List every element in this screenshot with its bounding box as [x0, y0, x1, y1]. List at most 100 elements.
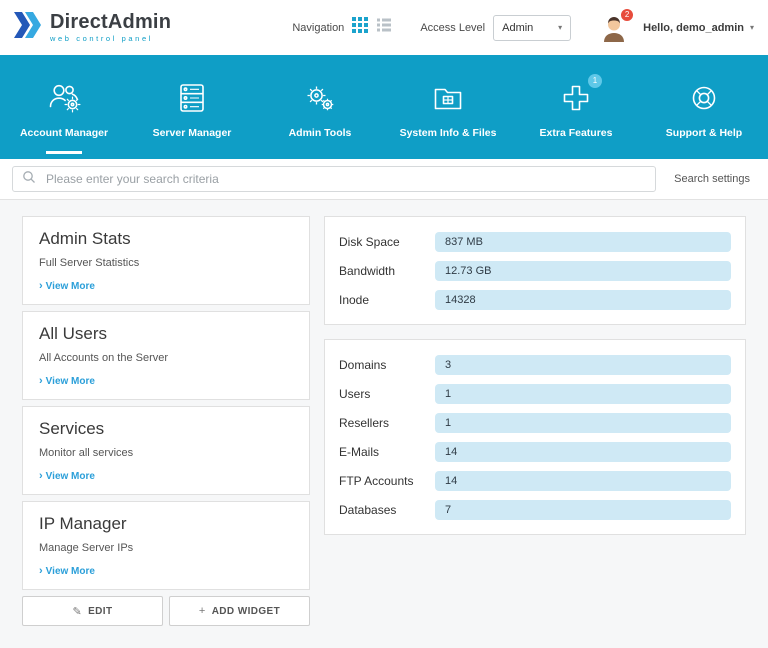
stat-row-ftp-accounts: FTP Accounts 14: [339, 466, 731, 495]
view-more-link[interactable]: › View More: [39, 280, 293, 293]
grid-view-icon[interactable]: [352, 17, 369, 38]
main-navigation: Account Manager Server Manager Admin Too…: [0, 55, 768, 159]
stat-value: 1: [435, 383, 731, 404]
search-icon: [22, 170, 36, 189]
edit-button-label: EDIT: [88, 605, 113, 617]
stat-label: Domains: [339, 357, 387, 372]
chevron-right-icon: ›: [39, 375, 43, 387]
stat-value: 3: [435, 354, 731, 375]
user-menu[interactable]: Hello, demo_admin ▾: [643, 22, 754, 34]
nav-item-extra-features[interactable]: 1 Extra Features: [512, 55, 640, 159]
chevron-down-icon: ▾: [558, 23, 563, 32]
widget-actions: ✎ EDIT + ADD WIDGET: [22, 596, 310, 626]
search-box: [12, 166, 657, 192]
stat-row-databases: Databases 7: [339, 495, 731, 524]
view-more-label: View More: [45, 376, 95, 387]
stat-label: FTP Accounts: [339, 473, 414, 488]
widgets-column: Admin Stats Full Server Statistics › Vie…: [22, 216, 310, 632]
add-widget-button-label: ADD WIDGET: [211, 605, 281, 617]
search-settings-button[interactable]: Search settings: [668, 173, 756, 185]
directadmin-logo[interactable]: DirectAdmin web control panel: [14, 12, 171, 43]
stat-row-resellers: Resellers 1: [339, 408, 731, 437]
nav-item-label: Account Manager: [19, 126, 109, 139]
chevron-right-icon: ›: [39, 565, 43, 577]
nav-item-system-info-files[interactable]: System Info & Files: [384, 55, 512, 159]
view-more-link[interactable]: › View More: [39, 375, 293, 388]
admin-tools-icon: [300, 78, 340, 118]
stat-row-emails: E-Mails 14: [339, 437, 731, 466]
top-bar: DirectAdmin web control panel Navigation: [0, 0, 768, 55]
widget-ip-manager: IP Manager Manage Server IPs › View More: [22, 501, 310, 590]
widget-services: Services Monitor all services › View Mor…: [22, 406, 310, 495]
account-manager-icon: [44, 78, 84, 118]
stats-column: Disk Space 837 MB Bandwidth 12.73 GB Ino…: [324, 216, 746, 632]
support-help-icon: [684, 78, 724, 118]
search-input[interactable]: [44, 171, 647, 187]
logo-arrows-icon: [14, 12, 42, 43]
widget-title: All Users: [39, 324, 108, 343]
chevron-right-icon: ›: [39, 280, 43, 292]
view-more-label: View More: [45, 281, 95, 292]
access-level-group: Access Level Admin ▾: [420, 14, 572, 41]
list-view-icon[interactable]: [376, 17, 392, 38]
widget-description: All Accounts on the Server: [39, 352, 169, 364]
widget-all-users: All Users All Accounts on the Server › V…: [22, 311, 310, 400]
user-avatar[interactable]: 2: [599, 7, 635, 43]
chevron-down-icon: ▾: [749, 23, 754, 32]
nav-item-label: Server Manager: [152, 126, 232, 139]
access-level-value: Admin: [502, 21, 534, 34]
nav-item-label: System Info & Files: [399, 126, 497, 139]
user-greeting: Hello, demo_admin: [643, 21, 744, 34]
widget-description: Full Server Statistics: [39, 257, 140, 269]
stat-value: 14: [435, 441, 731, 462]
stat-label: Users: [339, 386, 371, 401]
widget-description: Manage Server IPs: [39, 542, 134, 554]
notification-badge[interactable]: 2: [620, 7, 635, 22]
view-more-label: View More: [45, 471, 95, 482]
stat-value: 14328: [435, 289, 731, 310]
stat-label: Resellers: [339, 415, 390, 430]
widget-description: Monitor all services: [39, 447, 134, 459]
widget-admin-stats: Admin Stats Full Server Statistics › Vie…: [22, 216, 310, 305]
server-manager-icon: [172, 78, 212, 118]
stat-label: Databases: [339, 502, 397, 517]
nav-item-label: Admin Tools: [288, 126, 352, 139]
pencil-icon: ✎: [72, 605, 83, 618]
nav-item-server-manager[interactable]: Server Manager: [128, 55, 256, 159]
logo-subtitle: web control panel: [50, 34, 153, 44]
stat-value: 1: [435, 412, 731, 433]
access-level-label: Access Level: [420, 21, 486, 34]
chevron-right-icon: ›: [39, 470, 43, 482]
search-bar: Search settings: [0, 159, 768, 200]
navigation-label: Navigation: [292, 21, 345, 34]
view-more-link[interactable]: › View More: [39, 470, 293, 483]
nav-item-label: Extra Features: [539, 126, 613, 139]
system-info-files-icon: [428, 78, 468, 118]
widget-title: Admin Stats: [39, 229, 131, 248]
nav-item-support-help[interactable]: Support & Help: [640, 55, 768, 159]
nav-item-label: Support & Help: [665, 126, 743, 139]
usage-stats-card: Disk Space 837 MB Bandwidth 12.73 GB Ino…: [324, 216, 746, 325]
view-more-label: View More: [45, 566, 95, 577]
widget-title: Services: [39, 419, 105, 438]
nav-item-account-manager[interactable]: Account Manager: [0, 55, 128, 159]
stat-label: Bandwidth: [339, 263, 396, 278]
nav-item-admin-tools[interactable]: Admin Tools: [256, 55, 384, 159]
stat-label: E-Mails: [339, 444, 380, 459]
main-content: Admin Stats Full Server Statistics › Vie…: [0, 200, 768, 648]
add-widget-button[interactable]: + ADD WIDGET: [169, 596, 310, 626]
widget-title: IP Manager: [39, 514, 127, 533]
extra-features-badge: 1: [588, 73, 602, 88]
stat-value: 14: [435, 470, 731, 491]
stat-row-users: Users 1: [339, 379, 731, 408]
stat-label: Inode: [339, 292, 370, 307]
stat-row-domains: Domains 3: [339, 350, 731, 379]
access-level-select[interactable]: Admin ▾: [493, 14, 572, 41]
stat-value: 837 MB: [435, 231, 731, 252]
logo-title: DirectAdmin: [50, 11, 172, 34]
view-more-link[interactable]: › View More: [39, 565, 293, 578]
edit-button[interactable]: ✎ EDIT: [22, 596, 163, 626]
stat-value: 12.73 GB: [435, 260, 731, 281]
stat-row-bandwidth: Bandwidth 12.73 GB: [339, 256, 731, 285]
stat-row-disk-space: Disk Space 837 MB: [339, 227, 731, 256]
